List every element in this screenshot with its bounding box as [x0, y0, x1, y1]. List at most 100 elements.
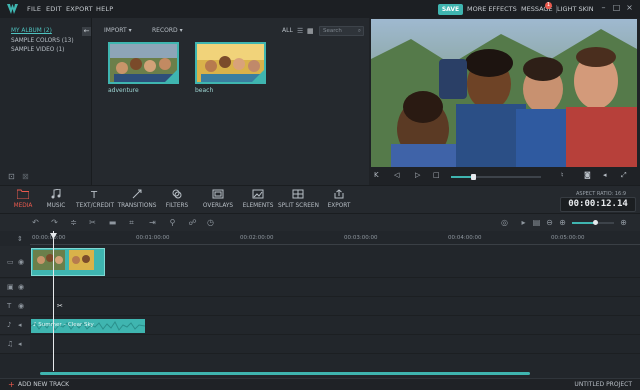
- save-button[interactable]: SAVE: [438, 4, 463, 15]
- media-thumb-beach[interactable]: [195, 42, 266, 84]
- filters-icon: [172, 189, 182, 199]
- speaker-icon[interactable]: ◂: [18, 321, 22, 329]
- zoom-fit-icon[interactable]: ⊕: [619, 218, 628, 227]
- filter-all[interactable]: ALL: [282, 27, 293, 34]
- skip-back-icon[interactable]: K: [374, 171, 379, 179]
- zoom-slider[interactable]: [572, 220, 614, 225]
- message-badge: 1: [545, 2, 552, 9]
- zoom-icon[interactable]: ⚲: [168, 218, 177, 227]
- tab-text-credit[interactable]: T TEXT/CREDIT: [75, 186, 115, 214]
- eye-icon[interactable]: ◉: [18, 302, 24, 310]
- redo-icon[interactable]: ↷: [50, 218, 59, 227]
- cut-icon[interactable]: ✂: [88, 218, 97, 227]
- media-library: ← IMPORT ▾ RECORD ▾ ALL ☰ ▦ Search ⌕ adve…: [82, 18, 369, 185]
- step-back-icon[interactable]: ◁: [394, 171, 399, 179]
- ruler-label: 00:04:00:00: [448, 235, 482, 241]
- edit-toolbar: ↶ ↷ ≑ ✂ ▬ ⌗ ⇥ ⚲ ☍ ◷ ◎ ▸ ▤ ⊖ ⊕ ⊕: [0, 213, 640, 231]
- tab-transitions[interactable]: TRANSITIONS: [117, 186, 157, 214]
- playback-controls: K ◁ ▷ □ ♮ ◙ ◂ ⤢: [369, 168, 640, 185]
- pip-track: ▣ ◉: [0, 279, 640, 297]
- more-effects-link[interactable]: MORE EFFECTS: [467, 5, 517, 13]
- minimize-icon[interactable]: –: [599, 3, 608, 13]
- stop-icon[interactable]: □: [433, 171, 440, 179]
- category-tabbar: MEDIA MUSIC T TEXT/CREDIT TRANSITIONS FI…: [0, 185, 640, 213]
- progress-handle[interactable]: [471, 174, 476, 180]
- audio-clip-title: Summer – Clear Sky: [38, 322, 94, 328]
- maximize-icon[interactable]: □: [612, 3, 621, 13]
- tab-label: EXPORT: [327, 203, 351, 209]
- play-icon[interactable]: ▷: [415, 171, 420, 179]
- svg-text:T: T: [90, 190, 98, 199]
- tab-filters[interactable]: FILTERS: [157, 186, 197, 214]
- microphone-icon[interactable]: ♮: [561, 171, 564, 179]
- progress-track[interactable]: [451, 174, 541, 180]
- album-panel: MY ALBUM (2) SAMPLE COLORS (13) SAMPLE V…: [0, 18, 92, 185]
- list-view-icon[interactable]: ☰: [297, 27, 303, 35]
- tab-export[interactable]: EXPORT: [319, 186, 359, 214]
- beach-image: [197, 44, 264, 82]
- close-icon[interactable]: ×: [625, 3, 634, 13]
- crop-icon[interactable]: ⌗: [127, 218, 136, 227]
- timeline-scrollbar[interactable]: [40, 372, 530, 375]
- delete-folder-icon[interactable]: ⊠: [22, 172, 29, 181]
- menu-edit[interactable]: EDIT: [46, 5, 62, 13]
- time-ruler[interactable]: 00:00:00:00 00:01:00:00 00:02:00:00 00:0…: [30, 231, 640, 245]
- add-icon[interactable]: +: [8, 380, 15, 389]
- timeline-settings-icon[interactable]: ⇕: [17, 235, 23, 243]
- detach-icon[interactable]: ⇥: [148, 218, 157, 227]
- video-clip[interactable]: [31, 248, 105, 276]
- zoom-in-icon[interactable]: ⊕: [558, 218, 567, 227]
- record-dropdown[interactable]: RECORD ▾: [152, 27, 183, 34]
- tab-split-screen[interactable]: SPLIT SCREEN: [278, 186, 319, 214]
- tab-overlays[interactable]: OVERLAYS: [198, 186, 238, 214]
- media-thumb-adventure[interactable]: [108, 42, 179, 84]
- add-new-track-button[interactable]: ADD NEW TRACK: [18, 381, 69, 388]
- album-sample-colors[interactable]: SAMPLE COLORS (13): [11, 38, 74, 44]
- playhead-line[interactable]: [53, 231, 54, 371]
- undo-icon[interactable]: ↶: [31, 218, 40, 227]
- volume-icon[interactable]: ◂: [603, 171, 607, 179]
- text-icon: T: [90, 190, 98, 199]
- music-track-2: ♫ ◂: [0, 336, 640, 354]
- overlays-icon: [212, 189, 224, 199]
- search-input[interactable]: Search ⌕: [319, 26, 364, 36]
- track-manager-icon[interactable]: ▤: [532, 218, 541, 227]
- grid-view-icon[interactable]: ▦: [307, 27, 314, 35]
- preview-panel: K ◁ ▷ □ ♮ ◙ ◂ ⤢: [369, 18, 640, 185]
- zoom-slider-fill: [572, 222, 594, 224]
- ruler-label: 00:01:00:00: [136, 235, 170, 241]
- snap-icon[interactable]: ◎: [500, 218, 509, 227]
- zoom-slider-handle[interactable]: [593, 220, 598, 225]
- tab-elements[interactable]: ELEMENTS: [238, 186, 278, 214]
- back-arrow-icon[interactable]: ←: [82, 27, 91, 36]
- voiceover-icon[interactable]: ▸: [519, 218, 528, 227]
- clock-icon[interactable]: ◷: [206, 218, 215, 227]
- menu-help[interactable]: HELP: [96, 5, 113, 13]
- tab-label: FILTERS: [165, 203, 189, 209]
- media-label-adventure: adventure: [108, 87, 139, 94]
- camera-icon[interactable]: ◙: [584, 171, 591, 179]
- album-my-album[interactable]: MY ALBUM (2): [11, 28, 52, 34]
- speaker-icon[interactable]: ◂: [18, 340, 22, 348]
- delete-icon[interactable]: ▬: [108, 218, 117, 227]
- tab-label: TRANSITIONS: [117, 203, 157, 209]
- menu-export[interactable]: EXPORT: [66, 5, 93, 13]
- import-dropdown[interactable]: IMPORT ▾: [104, 27, 132, 34]
- tab-label: TEXT/CREDIT: [75, 203, 115, 209]
- audio-clip[interactable]: ♪ Summer – Clear Sky: [31, 319, 145, 333]
- light-skin-link[interactable]: LIGHT SKIN: [557, 5, 594, 13]
- fullscreen-icon[interactable]: ⤢: [621, 171, 627, 180]
- menu-file[interactable]: FILE: [27, 5, 41, 13]
- eye-icon[interactable]: ◉: [18, 258, 24, 266]
- timeline: ⇕ 00:00:00:00 00:01:00:00 00:02:00:00 00…: [0, 231, 640, 378]
- eye-icon[interactable]: ◉: [18, 283, 24, 291]
- album-sample-video[interactable]: SAMPLE VIDEO (1): [11, 47, 64, 53]
- color-icon[interactable]: ☍: [188, 218, 197, 227]
- zoom-out-icon[interactable]: ⊖: [545, 218, 554, 227]
- add-folder-icon[interactable]: ⊡: [8, 172, 15, 181]
- tab-music[interactable]: MUSIC: [36, 186, 76, 214]
- search-placeholder: Search: [323, 28, 342, 34]
- settings-sliders-icon[interactable]: ≑: [69, 218, 78, 227]
- ruler-label: 00:02:00:00: [240, 235, 274, 241]
- track-header: T ◉: [0, 298, 30, 315]
